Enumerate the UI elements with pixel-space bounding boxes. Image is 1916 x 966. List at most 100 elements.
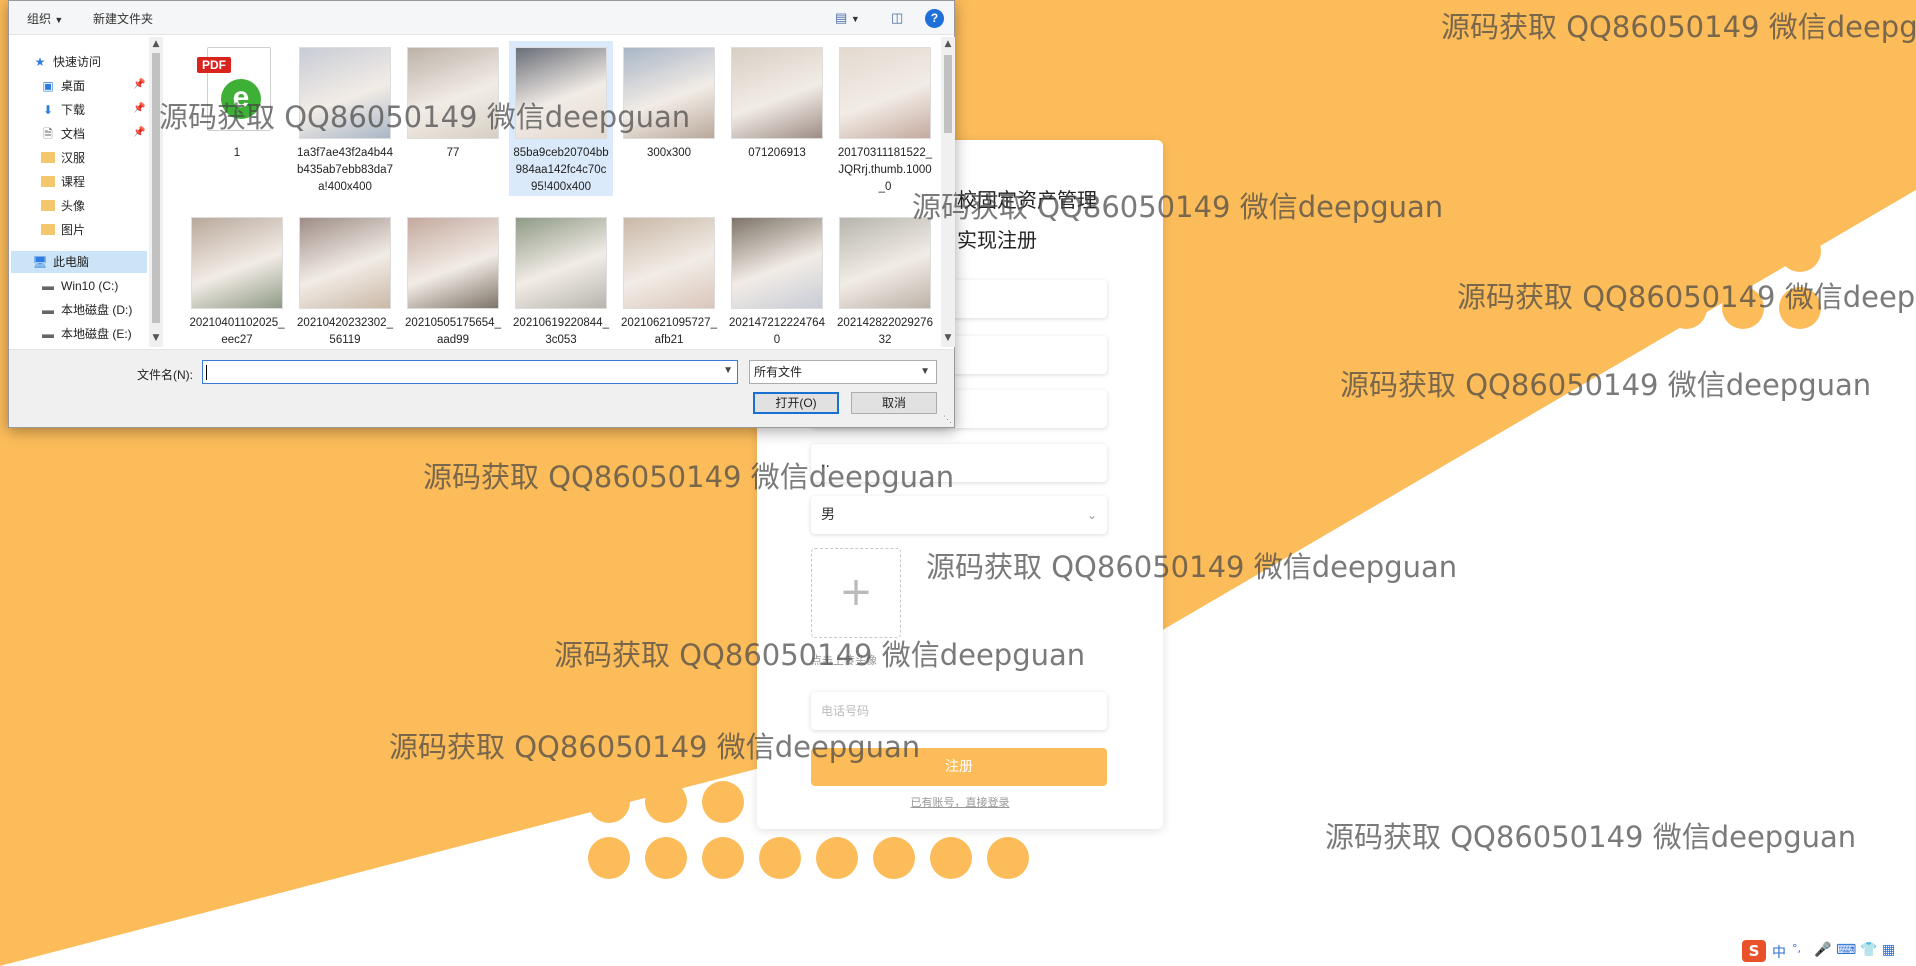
preview-pane-icon[interactable]: ◫ xyxy=(891,10,903,26)
avatar-upload[interactable]: + xyxy=(811,548,901,638)
file-name: 20210621095727_afb21 xyxy=(621,317,717,346)
document-icon: 🗎 xyxy=(43,127,53,141)
image-thumbnail xyxy=(299,217,391,309)
file-item[interactable]: 20210420232302_56119 xyxy=(293,211,397,347)
nav-desktop-label: 桌面 xyxy=(61,79,86,93)
chevron-down-icon: ▼ xyxy=(920,366,930,377)
file-item[interactable]: 20210505175654_aad99 xyxy=(401,211,505,347)
decorative-dot xyxy=(930,837,972,879)
filename-input[interactable]: ▼ xyxy=(202,360,738,384)
chevron-down-icon: ⌄ xyxy=(1086,508,1097,522)
plus-icon: + xyxy=(839,569,873,615)
ime-mode[interactable]: 中 xyxy=(1772,942,1786,962)
nav-drive-c-label: Win10 (C:) xyxy=(61,279,119,293)
nav-this-pc[interactable]: 🖥 此电脑 xyxy=(31,251,89,273)
gender-value: 男 xyxy=(821,507,835,523)
open-button[interactable]: 打开(O) xyxy=(753,392,839,414)
nav-scrollbar[interactable]: ▲ ▼ xyxy=(149,37,163,347)
dialog-toolbar: 组织 ▼ 新建文件夹 ▤ ▼ ◫ ? xyxy=(9,1,954,35)
decorative-dot xyxy=(759,837,801,879)
nav-quick-access-label: 快速访问 xyxy=(53,55,102,69)
file-item[interactable]: 20210401102025_eec27 xyxy=(185,211,289,347)
nav-folder-course[interactable]: 课程 xyxy=(39,171,85,193)
resize-grip-icon[interactable]: ⋱ xyxy=(943,414,952,425)
nav-quick-access[interactable]: ★ 快速访问 xyxy=(31,51,101,73)
phone-placeholder: 电话号码 xyxy=(821,704,870,718)
keyboard-icon[interactable]: ⌨ xyxy=(1836,942,1856,958)
file-name: 20210505175654_aad99 xyxy=(405,317,501,346)
file-list-scroll-thumb[interactable] xyxy=(944,55,952,133)
file-item[interactable]: 1a3f7ae43f2a4b44b435ab7ebb83da7a!400x400 xyxy=(293,41,397,196)
image-thumbnail xyxy=(839,217,931,309)
punctuation-mode[interactable]: °, xyxy=(1792,942,1801,955)
decorative-dot xyxy=(1404,173,1446,215)
decorative-dot xyxy=(1625,173,1667,215)
gender-select[interactable]: 男 ⌄ xyxy=(811,496,1107,534)
decorative-dot xyxy=(702,781,744,823)
pin-icon: 📌 xyxy=(133,103,146,114)
file-item[interactable]: 20210621095727_afb21 xyxy=(617,211,721,347)
file-item[interactable]: 300x300 xyxy=(617,41,721,162)
shirt-icon[interactable]: 👕 xyxy=(1860,942,1877,958)
nav-documents[interactable]: 🗎 文档 xyxy=(39,123,85,145)
nav-drive-e[interactable]: ▬ 本地磁盘 (E:) xyxy=(39,323,132,345)
nav-folder-avatar[interactable]: 头像 xyxy=(39,195,85,217)
nav-folder-hanfu[interactable]: 汉服 xyxy=(39,147,85,169)
chevron-down-icon[interactable]: ▼ xyxy=(723,365,733,376)
folder-icon xyxy=(41,152,55,163)
scroll-down-arrow[interactable]: ▼ xyxy=(941,331,955,345)
organize-button[interactable]: 组织 ▼ xyxy=(27,10,63,27)
image-thumbnail xyxy=(623,47,715,139)
scroll-up-arrow[interactable]: ▲ xyxy=(149,37,163,51)
file-name: 77 xyxy=(446,147,460,159)
confirm-password-input[interactable]: .. xyxy=(811,444,1107,482)
text-caret xyxy=(206,365,207,380)
register-button[interactable]: 注册 xyxy=(811,748,1107,786)
decorative-dot xyxy=(1494,287,1536,329)
file-item[interactable]: 071206913 xyxy=(725,41,829,162)
decorative-dot xyxy=(1682,173,1724,215)
file-item[interactable]: 2021472122247640 xyxy=(725,211,829,347)
login-link[interactable]: 已有账号，直接登录 xyxy=(757,794,1163,810)
decorative-dot xyxy=(702,725,744,767)
grid-icon[interactable]: ▦ xyxy=(1882,942,1895,958)
file-item[interactable]: 20170311181522_JQRrj.thumb.1000_0 xyxy=(833,41,937,196)
decorative-dot xyxy=(1551,287,1593,329)
file-item[interactable]: 20210619220844_3c053 xyxy=(509,211,613,347)
image-thumbnail xyxy=(515,217,607,309)
scroll-up-arrow[interactable]: ▲ xyxy=(941,37,955,51)
file-name: 20210619220844_3c053 xyxy=(513,317,609,346)
scroll-down-arrow[interactable]: ▼ xyxy=(149,331,163,345)
sogou-icon[interactable]: S xyxy=(1742,940,1766,962)
nav-drive-c[interactable]: ▬ Win10 (C:) xyxy=(39,275,118,297)
register-title-line2: 与实现注册 xyxy=(937,228,1037,252)
system-tray: S 中 °, 🎤 ⌨ 👕 ▦ xyxy=(1740,938,1916,966)
nav-desktop[interactable]: ▣ 桌面 xyxy=(39,75,85,97)
cancel-button[interactable]: 取消 xyxy=(851,392,937,414)
nav-scroll-thumb[interactable] xyxy=(152,53,160,323)
decorative-dot xyxy=(1722,287,1764,329)
phone-input[interactable]: 电话号码 xyxy=(811,692,1107,730)
decorative-dot xyxy=(1551,230,1593,272)
filetype-select[interactable]: 所有文件 ▼ xyxy=(749,360,937,384)
nav-folder-pictures[interactable]: 图片 xyxy=(39,219,85,241)
nav-downloads[interactable]: ⬇ 下载 xyxy=(39,99,85,121)
file-list-scrollbar[interactable]: ▲ ▼ xyxy=(941,37,955,347)
decorative-dot xyxy=(873,837,915,879)
file-item[interactable]: 85ba9ceb20704bb984aa142fc4c70c95!400x400 xyxy=(509,41,613,196)
decorative-dot xyxy=(1739,173,1781,215)
filetype-value: 所有文件 xyxy=(754,365,803,379)
help-icon[interactable]: ? xyxy=(925,9,944,28)
file-item[interactable]: PDF e 1 xyxy=(185,41,289,162)
new-folder-button[interactable]: 新建文件夹 xyxy=(93,10,153,27)
view-options-icon[interactable]: ▤ ▼ xyxy=(835,10,860,26)
decorative-dot xyxy=(1589,116,1631,158)
file-item[interactable]: 77 xyxy=(401,41,505,162)
file-item[interactable]: 20214282202927632 xyxy=(833,211,937,347)
microphone-icon[interactable]: 🎤 xyxy=(1814,942,1831,958)
nav-folder-course-label: 课程 xyxy=(61,175,86,189)
decorative-dot xyxy=(1546,116,1588,158)
image-thumbnail xyxy=(731,47,823,139)
decorative-dot xyxy=(702,837,744,879)
nav-drive-d[interactable]: ▬ 本地磁盘 (D:) xyxy=(39,299,132,321)
